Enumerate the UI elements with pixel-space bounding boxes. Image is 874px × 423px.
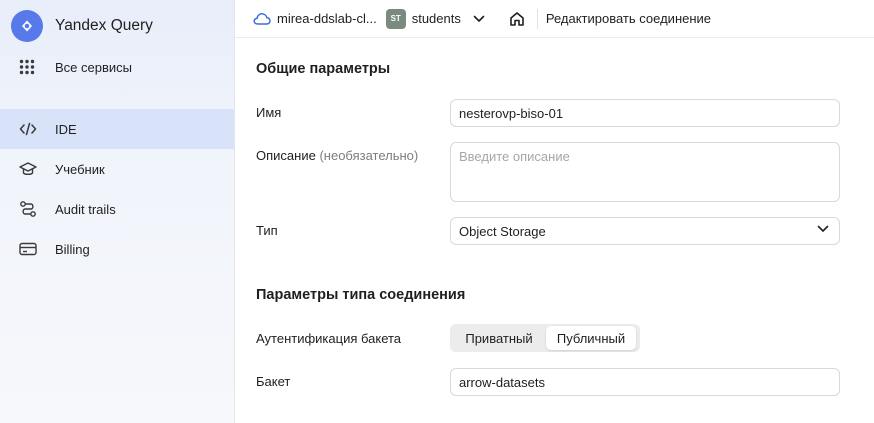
sidebar-item-label: Учебник <box>55 161 105 177</box>
sidebar-item-label: Billing <box>55 241 90 257</box>
brand-title: Yandex Query <box>55 17 153 34</box>
breadcrumb: mirea-ddslab-cl... ST students Редактиро… <box>235 0 874 38</box>
type-select-value: Object Storage <box>459 223 546 239</box>
name-field-value: nesterovp-biso-01 <box>459 105 564 121</box>
bucket-field[interactable]: arrow-datasets <box>450 368 840 396</box>
breadcrumb-folder[interactable]: ST students <box>377 8 485 29</box>
sidebar-item-billing[interactable]: Billing <box>0 229 234 269</box>
chevron-down-icon[interactable] <box>473 15 485 23</box>
bucket-label: Бакет <box>256 374 291 389</box>
bucket-auth-label: Аутентификация бакета <box>256 331 402 346</box>
sidebar: Yandex Query Все сервисы IDE Учебник Aud… <box>0 0 235 423</box>
breadcrumb-cloud[interactable]: mirea-ddslab-cl... <box>253 11 377 26</box>
bucket-auth-toggle: Приватный Публичный <box>450 324 640 352</box>
breadcrumb-folder-label: students <box>411 11 461 26</box>
sidebar-item-label: IDE <box>55 121 77 137</box>
auth-option-private[interactable]: Приватный <box>452 326 546 350</box>
description-field[interactable]: Введите описание <box>450 142 840 202</box>
breadcrumb-cloud-label: mirea-ddslab-cl... <box>277 11 377 26</box>
type-select[interactable]: Object Storage <box>450 217 840 245</box>
folder-badge: ST <box>385 8 406 29</box>
route-icon <box>17 198 39 220</box>
all-services-button[interactable]: Все сервисы <box>11 54 132 80</box>
sidebar-item-audit-trails[interactable]: Audit trails <box>0 189 234 229</box>
graduation-cap-icon <box>17 158 39 180</box>
description-optional-hint: (необязательно) <box>319 148 419 163</box>
sidebar-item-label: Audit trails <box>55 201 116 217</box>
grid-icon <box>11 59 43 75</box>
credit-card-icon <box>17 238 39 260</box>
home-icon[interactable] <box>509 11 525 27</box>
breadcrumb-divider <box>536 8 538 29</box>
main-content: mirea-ddslab-cl... ST students Редактиро… <box>235 0 874 423</box>
sidebar-item-ide[interactable]: IDE <box>0 109 234 149</box>
code-icon <box>17 118 39 140</box>
connection-params-title: Параметры типа соединения <box>256 287 466 303</box>
name-label: Имя <box>256 105 282 120</box>
description-label: Описание (необязательно) <box>256 148 418 163</box>
type-label: Тип <box>256 223 278 238</box>
all-services-label: Все сервисы <box>55 59 132 75</box>
breadcrumb-current-page: Редактировать соединение <box>545 11 712 26</box>
chevron-down-icon <box>817 225 829 233</box>
general-params-title: Общие параметры <box>256 61 391 77</box>
auth-option-public[interactable]: Публичный <box>546 326 636 350</box>
brand[interactable]: Yandex Query <box>11 10 153 42</box>
app-window: Yandex Query Все сервисы IDE Учебник Aud… <box>0 0 874 423</box>
description-label-text: Описание <box>256 148 316 163</box>
cloud-icon <box>253 12 271 26</box>
name-field[interactable]: nesterovp-biso-01 <box>450 99 840 127</box>
sidebar-item-tutorial[interactable]: Учебник <box>0 149 234 189</box>
sidebar-nav: IDE Учебник Audit trails Billing <box>0 109 234 269</box>
yandex-query-logo-icon <box>11 10 43 42</box>
description-placeholder: Введите описание <box>459 149 570 164</box>
bucket-field-value: arrow-datasets <box>459 374 545 390</box>
